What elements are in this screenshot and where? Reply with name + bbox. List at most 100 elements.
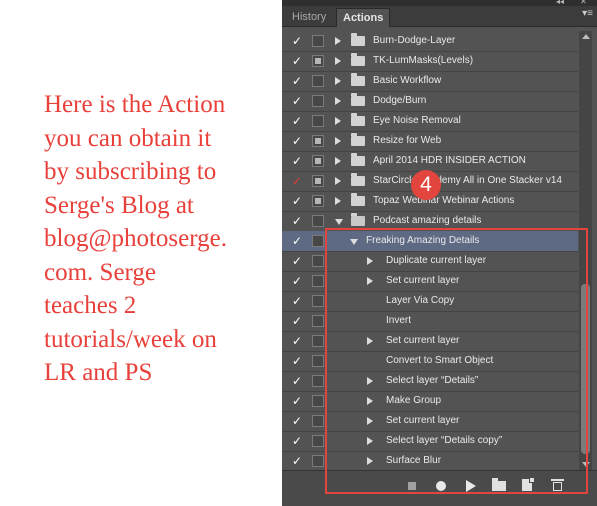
tab-actions[interactable]: Actions — [336, 8, 391, 27]
toggle-dialog-icon[interactable] — [312, 55, 324, 67]
new-action-icon[interactable] — [522, 477, 535, 491]
action-step-row[interactable]: ✓ Set current layer — [282, 331, 578, 352]
expand-triangle-right-icon[interactable] — [367, 257, 373, 265]
action-step-row[interactable]: ✓ Invert — [282, 311, 578, 332]
expand-triangle-right-icon[interactable] — [335, 77, 341, 85]
toggle-dialog-icon[interactable] — [312, 335, 324, 347]
delete-trash-icon[interactable] — [551, 479, 564, 491]
toggle-item-checkmark-icon[interactable]: ✓ — [292, 393, 302, 409]
toggle-item-checkmark-icon[interactable]: ✓ — [292, 373, 302, 389]
expand-triangle-right-icon[interactable] — [335, 197, 341, 205]
expand-triangle-down-icon[interactable] — [350, 239, 358, 245]
toggle-item-checkmark-icon[interactable]: ✓ — [292, 333, 302, 349]
action-set-row[interactable]: ✓ April 2014 HDR INSIDER ACTION — [282, 151, 578, 172]
action-set-row[interactable]: ✓ Resize for Web — [282, 131, 578, 152]
scrollbar[interactable] — [579, 31, 592, 470]
toggle-dialog-icon[interactable] — [312, 155, 324, 167]
expand-triangle-right-icon[interactable] — [335, 57, 341, 65]
toggle-dialog-icon[interactable] — [312, 315, 324, 327]
expand-triangle-right-icon[interactable] — [335, 117, 341, 125]
action-row[interactable]: ✓ Freaking Amazing Details — [282, 231, 578, 252]
toggle-item-checkmark-icon[interactable]: ✓ — [292, 33, 302, 49]
toggle-item-checkmark-icon[interactable]: ✓ — [292, 113, 302, 129]
caption-line: LR and PS — [44, 359, 153, 386]
toggle-dialog-icon[interactable] — [312, 95, 324, 107]
expand-triangle-right-icon[interactable] — [367, 417, 373, 425]
toggle-dialog-icon[interactable] — [312, 395, 324, 407]
record-icon[interactable] — [436, 481, 446, 491]
toggle-dialog-icon[interactable] — [312, 115, 324, 127]
expand-triangle-right-icon[interactable] — [335, 177, 341, 185]
action-step-row[interactable]: ✓ Select layer “Details” — [282, 371, 578, 392]
expand-triangle-down-icon[interactable] — [335, 219, 343, 225]
toggle-dialog-icon[interactable] — [312, 355, 324, 367]
tab-history[interactable]: History — [286, 8, 332, 26]
toggle-dialog-icon[interactable] — [312, 455, 324, 467]
expand-triangle-right-icon[interactable] — [367, 457, 373, 465]
action-step-row[interactable]: ✓ Layer Via Copy — [282, 291, 578, 312]
toggle-dialog-icon[interactable] — [312, 235, 324, 247]
expand-triangle-right-icon[interactable] — [367, 277, 373, 285]
expand-triangle-right-icon[interactable] — [367, 337, 373, 345]
action-step-row[interactable]: ✓ Select layer “Details copy” — [282, 431, 578, 452]
toggle-item-checkmark-icon[interactable]: ✓ — [292, 253, 302, 269]
panel-menu-icon[interactable]: ▾≡ — [582, 8, 593, 19]
toggle-item-checkmark-icon[interactable]: ✓ — [292, 453, 302, 469]
toggle-item-checkmark-icon[interactable]: ✓ — [292, 233, 302, 249]
toggle-dialog-icon[interactable] — [312, 35, 324, 47]
toggle-item-checkmark-icon[interactable]: ✓ — [292, 213, 302, 229]
action-label: Burn-Dodge-Layer — [373, 35, 456, 46]
toggle-item-checkmark-icon[interactable]: ✓ — [292, 73, 302, 89]
toggle-dialog-icon[interactable] — [312, 255, 324, 267]
action-step-row[interactable]: ✓ Make Group — [282, 391, 578, 412]
toggle-item-checkmark-icon[interactable]: ✓ — [292, 173, 302, 189]
expand-triangle-right-icon[interactable] — [335, 37, 341, 45]
toggle-dialog-icon[interactable] — [312, 195, 324, 207]
toggle-dialog-icon[interactable] — [312, 295, 324, 307]
expand-triangle-right-icon[interactable] — [367, 437, 373, 445]
toggle-item-checkmark-icon[interactable]: ✓ — [292, 313, 302, 329]
toggle-dialog-icon[interactable] — [312, 275, 324, 287]
expand-triangle-right-icon[interactable] — [367, 377, 373, 385]
action-step-row[interactable]: ✓ Surface Blur — [282, 451, 578, 472]
toggle-item-checkmark-icon[interactable]: ✓ — [292, 53, 302, 69]
toggle-dialog-icon[interactable] — [312, 415, 324, 427]
scroll-down-arrow-icon[interactable] — [582, 462, 590, 467]
new-set-folder-icon[interactable] — [492, 478, 506, 491]
toggle-item-checkmark-icon[interactable]: ✓ — [292, 413, 302, 429]
action-set-row[interactable]: ✓ TK-LumMasks(Levels) — [282, 51, 578, 72]
action-step-row[interactable]: ✓ Convert to Smart Object — [282, 351, 578, 372]
toggle-item-checkmark-icon[interactable]: ✓ — [292, 433, 302, 449]
toggle-item-checkmark-icon[interactable]: ✓ — [292, 153, 302, 169]
expand-triangle-right-icon[interactable] — [367, 397, 373, 405]
expand-triangle-right-icon[interactable] — [335, 97, 341, 105]
play-icon[interactable] — [466, 480, 476, 492]
toggle-dialog-icon[interactable] — [312, 175, 324, 187]
action-step-row[interactable]: ✓ Set current layer — [282, 411, 578, 432]
toggle-item-checkmark-icon[interactable]: ✓ — [292, 353, 302, 369]
toggle-item-checkmark-icon[interactable]: ✓ — [292, 293, 302, 309]
toggle-item-checkmark-icon[interactable]: ✓ — [292, 93, 302, 109]
stop-icon[interactable] — [408, 482, 416, 490]
action-step-row[interactable]: ✓ Set current layer — [282, 271, 578, 292]
scroll-up-arrow-icon[interactable] — [582, 34, 590, 39]
action-set-row[interactable]: ✓ Basic Workflow — [282, 71, 578, 92]
toggle-dialog-icon[interactable] — [312, 215, 324, 227]
action-set-row[interactable]: ✓ Dodge/Burn — [282, 91, 578, 112]
toggle-item-checkmark-icon[interactable]: ✓ — [292, 133, 302, 149]
expand-triangle-right-icon[interactable] — [335, 157, 341, 165]
expand-triangle-right-icon[interactable] — [335, 137, 341, 145]
toggle-dialog-icon[interactable] — [312, 435, 324, 447]
toggle-dialog-icon[interactable] — [312, 75, 324, 87]
action-set-row[interactable]: ✓ Burn-Dodge-Layer — [282, 31, 578, 52]
action-label: Freaking Amazing Details — [366, 235, 480, 246]
toggle-dialog-icon[interactable] — [312, 375, 324, 387]
action-set-row[interactable]: ✓ Podcast amazing details — [282, 211, 578, 232]
folder-icon — [351, 33, 365, 46]
toggle-item-checkmark-icon[interactable]: ✓ — [292, 273, 302, 289]
action-set-row[interactable]: ✓ Eye Noise Removal — [282, 111, 578, 132]
toggle-item-checkmark-icon[interactable]: ✓ — [292, 193, 302, 209]
toggle-dialog-icon[interactable] — [312, 135, 324, 147]
action-step-row[interactable]: ✓ Duplicate current layer — [282, 251, 578, 272]
scroll-thumb[interactable] — [581, 284, 590, 454]
